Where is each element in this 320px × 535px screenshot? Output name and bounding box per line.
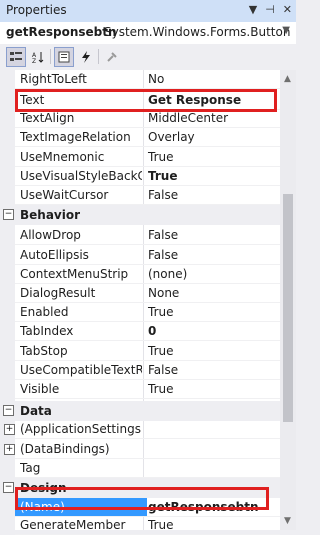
property-row[interactable]: RightToLeft No [0,70,280,89]
scroll-up-icon[interactable]: ▲ [284,74,291,84]
object-name: getResponsebtn [6,25,117,39]
property-row[interactable]: + (DataBindings) [0,440,280,459]
property-name: DialogResult [20,286,96,300]
property-value[interactable]: MiddleCenter [148,111,228,125]
highlight-box-text [15,89,277,112]
property-name: ContextMenuStrip [20,267,129,281]
category-data[interactable]: − Data [0,401,280,421]
property-row[interactable]: TabStop True [0,342,280,361]
collapse-icon[interactable]: − [3,405,14,416]
properties-toolbar: AZ [0,44,296,70]
property-value[interactable]: None [148,286,179,300]
close-icon[interactable]: ✕ [283,3,292,16]
dropdown-arrow-icon[interactable]: ▼ [249,3,257,16]
toolbar-separator [50,49,51,64]
property-row[interactable]: UseWaitCursor False [0,186,280,205]
properties-title-bar: Properties ▼ ⊣ ✕ [0,0,296,22]
object-type: System.Windows.Forms.Button [104,25,291,39]
property-value[interactable]: True [148,150,174,164]
events-icon[interactable] [76,47,96,67]
property-row[interactable]: UseMnemonic True [0,148,280,167]
property-name: Enabled [20,305,69,319]
property-value[interactable]: True [148,305,174,319]
property-row[interactable]: UseVisualStyleBackColor True [0,167,280,186]
property-value[interactable]: True [148,344,174,358]
toolbar-separator [98,49,99,64]
property-row[interactable]: TextImageRelation Overlay [0,128,280,147]
property-pages-icon[interactable] [102,47,122,67]
category-label: Data [20,404,52,418]
property-value[interactable]: No [148,72,164,86]
property-name: TextImageRelation [20,130,131,144]
scroll-thumb[interactable] [283,194,293,422]
property-grid: RightToLeft No Text Get Response TextAlign Mi… [0,70,280,535]
expand-icon[interactable]: + [4,444,15,455]
property-row[interactable]: + (ApplicationSettings) [0,420,280,439]
property-name: TabStop [20,344,68,358]
pin-icon[interactable]: ⊣ [265,3,275,16]
chevron-down-icon[interactable]: ▼ [282,25,290,36]
property-name: AllowDrop [20,228,81,242]
property-name: Visible [20,382,60,396]
highlight-box-name [15,487,269,510]
properties-icon[interactable] [54,47,74,67]
property-row[interactable]: UseCompatibleTextRendering False [0,361,280,380]
property-value[interactable]: Overlay [148,130,195,144]
property-row[interactable]: GenerateMember True [0,516,280,535]
property-value[interactable]: True [148,382,174,396]
property-name: UseMnemonic [20,150,105,164]
property-name: (DataBindings) [20,442,110,456]
property-name: UseVisualStyleBackColor [20,169,142,183]
category-label: Behavior [20,208,81,222]
property-value[interactable]: 0 [148,324,156,338]
property-name: TabIndex [20,324,74,338]
property-row[interactable]: AllowDrop False [0,226,280,245]
collapse-icon[interactable]: − [3,209,14,220]
categorized-icon[interactable] [6,47,26,67]
property-name: (ApplicationSettings) [20,422,142,436]
property-row[interactable]: ContextMenuStrip (none) [0,265,280,284]
property-row[interactable]: DialogResult None [0,284,280,303]
category-behavior[interactable]: − Behavior [0,205,280,225]
property-name: Tag [20,461,41,475]
property-value[interactable]: False [148,248,178,262]
property-name: TextAlign [20,111,75,125]
window-title: Properties [6,3,67,17]
property-row[interactable]: Enabled True [0,303,280,322]
object-selector[interactable]: getResponsebtn System.Windows.Forms.Butt… [0,22,296,45]
property-name: UseWaitCursor [20,188,109,202]
property-row[interactable]: Visible True [0,380,280,399]
property-value[interactable]: False [148,363,178,377]
svg-text:Z: Z [32,58,36,63]
property-value[interactable]: (none) [148,267,187,281]
property-value[interactable]: False [148,228,178,242]
property-row[interactable]: AutoEllipsis False [0,246,280,265]
vertical-scrollbar[interactable]: ▲ ▼ [280,70,296,530]
scroll-down-icon[interactable]: ▼ [284,516,291,526]
property-name: UseCompatibleTextRendering [20,363,142,377]
property-name: AutoEllipsis [20,248,89,262]
alphabetical-icon[interactable]: AZ [28,47,48,67]
collapse-icon[interactable]: − [3,482,14,493]
property-value[interactable]: True [148,169,177,183]
property-name: RightToLeft [20,72,87,86]
property-row[interactable]: TabIndex 0 [0,322,280,341]
property-row[interactable]: Tag [0,459,280,478]
property-value[interactable]: False [148,188,178,202]
expand-icon[interactable]: + [4,424,15,435]
